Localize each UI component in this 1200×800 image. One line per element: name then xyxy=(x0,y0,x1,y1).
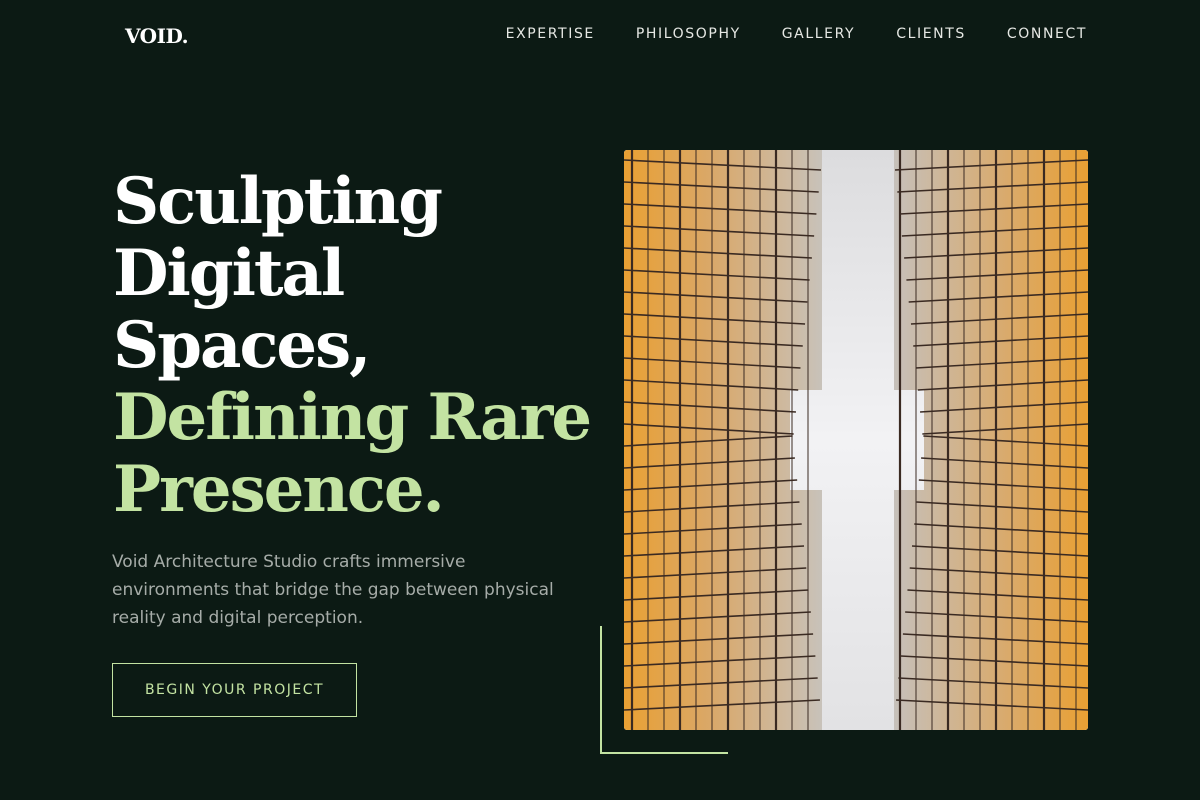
nav-gallery[interactable]: GALLERY xyxy=(782,26,855,42)
hero-description: Void Architecture Studio crafts immersiv… xyxy=(112,552,554,628)
headline-line: Spaces, xyxy=(113,308,371,383)
nav-expertise[interactable]: EXPERTISE xyxy=(506,26,595,42)
nav-connect[interactable]: CONNECT xyxy=(1007,26,1087,42)
decorative-corner-line xyxy=(600,752,728,754)
nav-philosophy[interactable]: PHILOSOPHY xyxy=(636,26,741,42)
decorative-corner-line xyxy=(600,626,602,754)
begin-project-button[interactable]: BEGIN YOUR PROJECT xyxy=(112,663,357,717)
nav-clients[interactable]: CLIENTS xyxy=(896,26,966,42)
headline-line: Sculpting xyxy=(113,164,443,239)
hero-headline: Sculpting Digital Spaces, Defining Rare … xyxy=(113,166,613,526)
hero-image-skyscrapers xyxy=(624,150,1088,730)
logo[interactable]: VOID. xyxy=(125,24,189,48)
headline-line: Digital xyxy=(113,236,345,311)
main-nav: EXPERTISE PHILOSOPHY GALLERY CLIENTS CON… xyxy=(506,26,1087,42)
headline-accent-line: Presence. xyxy=(113,452,445,527)
headline-accent-line: Defining Rare xyxy=(113,380,592,455)
